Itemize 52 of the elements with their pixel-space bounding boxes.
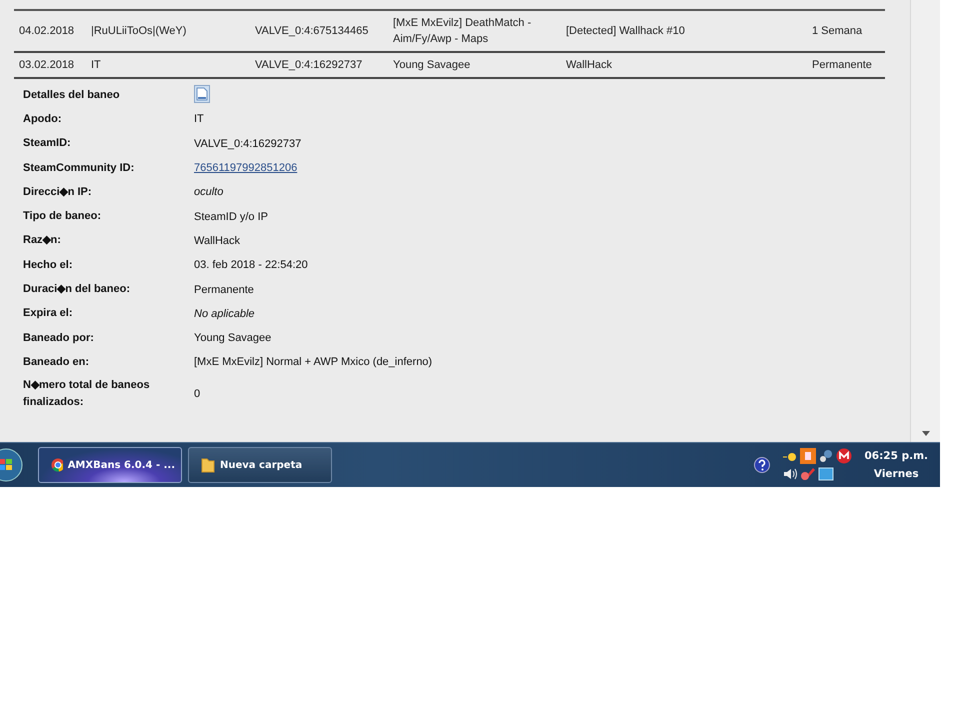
field-value: VALVE_0:4:16292737: [194, 138, 302, 150]
field-label: Expira el:: [23, 306, 74, 322]
field-value: Permanente: [194, 284, 254, 296]
table-cell-text: [MxE MxEvilz] DeathMatch - Aim/Fy/Awp - Maps: [393, 16, 532, 47]
browser-icon: [51, 458, 63, 472]
field-value: IT: [194, 113, 204, 126]
field-value: oculto: [194, 186, 224, 198]
field-label: Hecho el:: [23, 258, 74, 273]
table-cell-text: VALVE_0:4:16292737: [255, 58, 364, 73]
field-label: Baneado por:: [23, 330, 95, 346]
monitor-icon[interactable]: [818, 466, 834, 482]
field-value: 0: [194, 388, 200, 400]
table-cell-text: |RuULiiToOs|(WeY): [91, 24, 188, 39]
clock-day[interactable]: Viernes: [874, 468, 919, 480]
m-logo-icon[interactable]: [836, 448, 852, 464]
scroll-down-icon[interactable]: [922, 431, 930, 436]
table-cell-text: Permanente: [812, 58, 873, 73]
field-value: [MxE MxEvilz] Normal + AWP Mxico (de_inferno): [194, 356, 432, 368]
scrollbar[interactable]: [910, 0, 940, 442]
field-value: No aplicable: [194, 308, 255, 320]
start-button[interactable]: [0, 447, 24, 484]
table-cell-text: Young Savagee: [393, 58, 472, 73]
field-label: Raz◆n:: [23, 233, 62, 248]
taskbar-button[interactable]: AMXBans 6.0.4 - ...: [38, 447, 182, 484]
table-cell-text: [Detected] Wallhack #10: [566, 24, 686, 39]
table-cell-text: IT: [91, 58, 102, 73]
table-cell-text: VALVE_0:4:675134465: [255, 24, 370, 39]
field-label: Tipo de baneo:: [23, 209, 102, 224]
field-label: SteamCommunity ID:: [23, 160, 136, 176]
field-label: N◆mero total de baneos finalizados:: [23, 378, 151, 410]
field-label: Baneado en:: [23, 354, 90, 370]
table-cell-text: 04.02.2018: [19, 24, 76, 39]
app-tray-icon[interactable]: [800, 448, 816, 464]
table-cell-text: 1 Semana: [812, 24, 864, 39]
field-value: Young Savagee: [194, 332, 272, 344]
field-label: Duraci◆n del baneo:: [23, 282, 132, 298]
field-value: 03. feb 2018 - 22:54:20: [194, 259, 308, 272]
field-label: SteamID:: [23, 136, 72, 152]
help-icon[interactable]: [754, 457, 770, 474]
section-title: Detalles del baneo: [23, 88, 121, 103]
field-value: SteamID y/o IP: [194, 210, 268, 223]
document-icon[interactable]: [194, 84, 210, 103]
table-cell-text: 03.02.2018: [19, 58, 76, 73]
field-label: Direcci◆n IP:: [23, 184, 93, 200]
brush-icon[interactable]: [800, 466, 816, 482]
clock-time[interactable]: 06:25 p.m.: [864, 450, 928, 462]
taskbar-button[interactable]: Nueva carpeta: [188, 447, 332, 484]
profile-link[interactable]: 76561197992851206: [194, 162, 298, 174]
field-value: WallHack: [194, 234, 240, 247]
field-label: Apodo:: [23, 112, 62, 127]
folder-icon: [201, 457, 215, 474]
table-cell-text: WallHack: [566, 58, 614, 73]
